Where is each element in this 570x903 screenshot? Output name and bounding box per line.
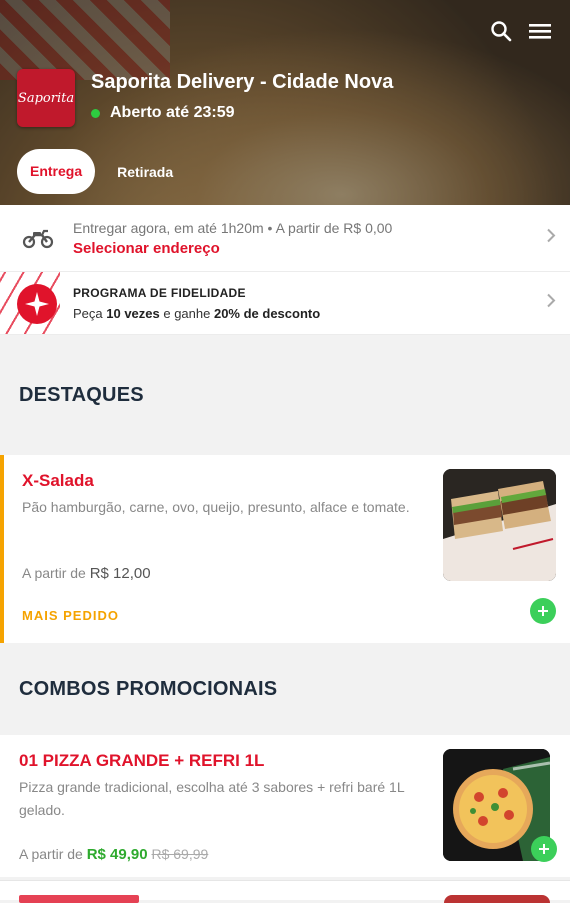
open-status: Aberto até 23:59 xyxy=(91,104,235,122)
product-price: A partir de R$ 49,90 R$ 69,99 xyxy=(19,846,209,863)
header-actions xyxy=(490,20,552,42)
product-description: Pizza grande tradicional, escolha até 3 … xyxy=(19,779,405,818)
loyalty-title: PROGRAMA DE FIDELIDADE xyxy=(73,285,246,300)
product-name: X-Salada xyxy=(22,471,94,490)
most-ordered-tag: MAIS PEDIDO xyxy=(22,608,119,623)
section-title-combos: COMBOS PROMOCIONAIS xyxy=(19,677,278,700)
delivery-info: Entregar agora, em até 1h20m • A partir … xyxy=(73,219,393,236)
product-image[interactable] xyxy=(443,469,556,581)
tab-entrega[interactable]: Entrega xyxy=(17,149,96,194)
product-card[interactable]: 01 PIZZA GRANDE + REFRI 1L Pizza grande … xyxy=(0,735,570,877)
loyalty-row[interactable]: PROGRAMA DE FIDELIDADE Peça 10 vezes e g… xyxy=(0,272,570,335)
delivery-row[interactable]: Entregar agora, em até 1h20m • A partir … xyxy=(0,205,570,272)
next-product-image-peek xyxy=(444,895,550,903)
store-header: Saporita Saporita Delivery - Cidade Nova… xyxy=(0,0,570,205)
product-name: 01 PIZZA GRANDE + REFRI 1L xyxy=(19,751,265,770)
product-price: A partir de R$ 12,00 xyxy=(22,565,151,582)
next-product-name-peek xyxy=(19,895,139,903)
add-product-button[interactable] xyxy=(531,836,557,862)
product-card[interactable]: X-Salada Pão hamburgão, carne, ovo, quei… xyxy=(0,455,570,643)
motorcycle-icon xyxy=(22,227,54,254)
product-description: Pão hamburgão, carne, ovo, queijo, presu… xyxy=(22,499,410,515)
store-logo: Saporita xyxy=(17,69,75,127)
add-product-button[interactable] xyxy=(530,598,556,624)
open-status-dot-icon xyxy=(91,108,100,118)
old-price: R$ 69,99 xyxy=(151,846,209,862)
open-status-text: Aberto até 23:59 xyxy=(110,104,235,121)
star-badge-icon xyxy=(17,284,57,324)
chevron-right-icon xyxy=(546,228,556,249)
promo-price: R$ 49,90 xyxy=(86,846,148,863)
store-name: Saporita Delivery - Cidade Nova xyxy=(91,71,394,93)
menu-icon[interactable] xyxy=(528,20,552,42)
info-card: Entregar agora, em até 1h20m • A partir … xyxy=(0,205,570,335)
section-title-destaques: DESTAQUES xyxy=(19,383,144,406)
next-product-peek xyxy=(0,880,570,903)
search-icon[interactable] xyxy=(490,20,512,42)
chevron-right-icon xyxy=(546,293,556,314)
tab-retirada[interactable]: Retirada xyxy=(117,164,173,180)
loyalty-description: Peça 10 vezes e ganhe 20% de desconto xyxy=(73,305,321,321)
order-mode-tabs: Entrega Retirada xyxy=(17,149,173,194)
select-address-link[interactable]: Selecionar endereço xyxy=(73,240,392,257)
